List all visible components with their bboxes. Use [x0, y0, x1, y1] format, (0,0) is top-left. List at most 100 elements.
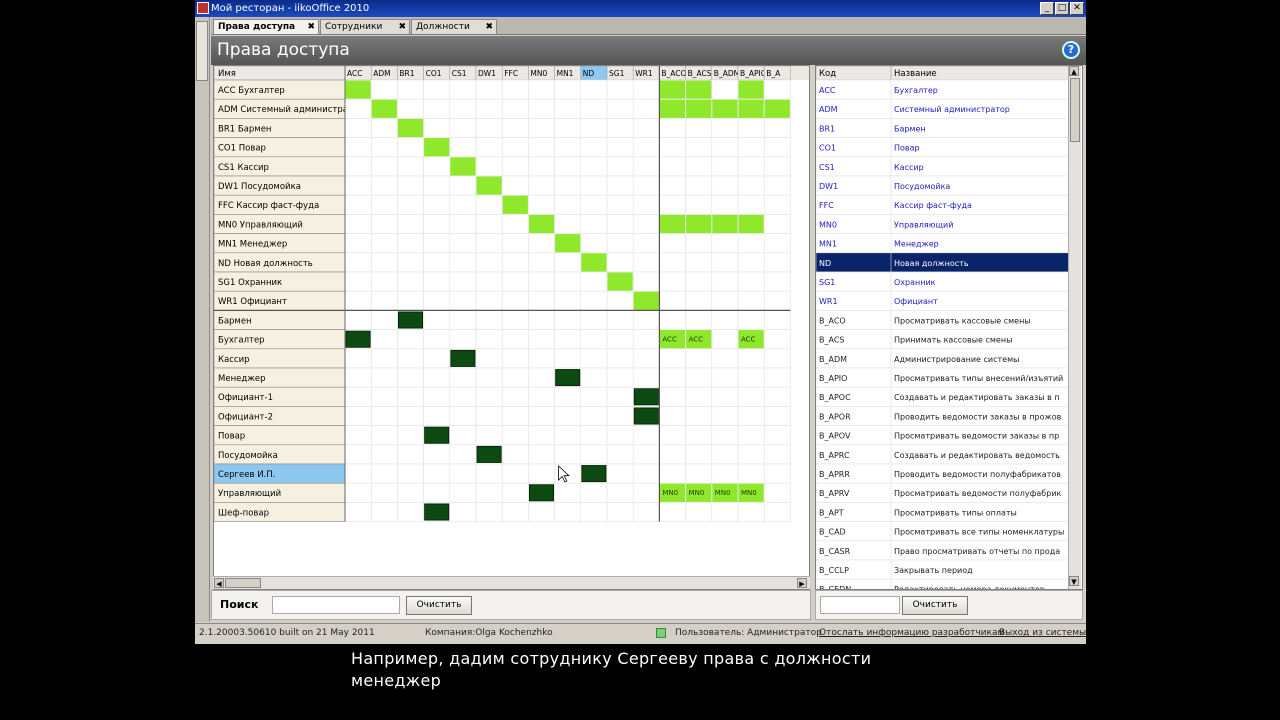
grid-cell-granted[interactable] — [686, 214, 712, 234]
grid-cell[interactable] — [632, 348, 660, 369]
grid-cell[interactable] — [397, 175, 424, 196]
grid-cell[interactable] — [475, 137, 503, 158]
grid-cell[interactable] — [449, 444, 477, 465]
grid-cell-assigned[interactable] — [345, 330, 371, 348]
grid-cell[interactable] — [423, 156, 451, 177]
grid-cell[interactable] — [763, 233, 791, 254]
grid-cell[interactable] — [528, 175, 555, 196]
grid-cell[interactable] — [580, 137, 608, 158]
grid-cell[interactable] — [685, 156, 713, 177]
grid-cell[interactable] — [606, 118, 634, 138]
grid-cell[interactable] — [397, 214, 424, 234]
grid-cell[interactable] — [397, 444, 424, 465]
grid-cell[interactable] — [606, 482, 634, 503]
grid-cell[interactable] — [475, 271, 503, 292]
grid-cell[interactable] — [711, 79, 739, 100]
grid-cell[interactable] — [763, 406, 791, 426]
grid-cell[interactable] — [501, 482, 529, 503]
grid-cell[interactable] — [344, 233, 372, 254]
grid-cell[interactable] — [449, 98, 477, 119]
grid-cell[interactable] — [685, 175, 713, 196]
grid-cell[interactable] — [580, 367, 608, 388]
grid-cell[interactable] — [528, 406, 555, 426]
grid-cell[interactable] — [423, 386, 451, 407]
grid-cell[interactable] — [449, 329, 477, 350]
close-tab-icon[interactable]: ✖ — [398, 20, 406, 34]
grid-cell[interactable] — [580, 502, 608, 522]
grid-cell[interactable] — [632, 233, 660, 254]
grid-cell[interactable] — [423, 271, 451, 292]
grid-cell[interactable] — [475, 463, 503, 484]
grid-cell[interactable] — [763, 156, 791, 177]
grid-cell[interactable] — [501, 502, 529, 522]
grid-cell[interactable] — [370, 310, 398, 330]
grid-cell[interactable] — [528, 194, 555, 215]
grid-cell[interactable] — [606, 444, 634, 465]
grid-cell[interactable] — [344, 137, 372, 158]
side-panel-tab[interactable] — [196, 21, 208, 81]
horizontal-scrollbar[interactable]: ◀ ▶ — [213, 576, 810, 589]
grid-cell[interactable] — [475, 310, 503, 330]
grid-cell[interactable] — [344, 310, 372, 330]
grid-cell[interactable] — [370, 329, 398, 350]
grid-cell[interactable] — [449, 367, 477, 388]
grid-cell[interactable] — [632, 310, 660, 330]
grid-cell[interactable] — [449, 386, 477, 407]
scroll-down-icon[interactable]: ▼ — [1069, 576, 1079, 586]
grid-cell[interactable] — [475, 214, 503, 234]
scroll-up-icon[interactable]: ▲ — [1069, 66, 1079, 76]
grid-cell[interactable] — [344, 444, 372, 465]
grid-cell[interactable] — [344, 386, 372, 407]
grid-cell[interactable] — [659, 233, 686, 254]
grid-cell[interactable] — [397, 329, 424, 350]
grid-cell[interactable] — [344, 406, 372, 426]
grid-cell[interactable] — [449, 252, 477, 273]
grid-cell[interactable] — [501, 98, 529, 119]
grid-cell[interactable] — [580, 290, 608, 311]
clear-search-button[interactable]: Очистить — [406, 596, 472, 615]
grid-cell[interactable] — [528, 367, 555, 388]
grid-cell[interactable] — [423, 79, 451, 100]
grid-cell[interactable] — [554, 406, 582, 426]
help-icon[interactable]: ? — [1062, 41, 1080, 59]
grid-cell[interactable] — [763, 290, 791, 311]
grid-cell[interactable] — [501, 271, 529, 292]
grid-cell[interactable] — [528, 444, 555, 465]
grid-cell[interactable] — [344, 271, 372, 292]
grid-cell[interactable] — [632, 271, 660, 292]
grid-cell[interactable] — [659, 194, 686, 215]
grid-cell[interactable] — [737, 348, 765, 369]
grid-cell[interactable] — [685, 194, 713, 215]
close-tab-icon[interactable]: ✖ — [307, 20, 315, 34]
grid-cell[interactable] — [606, 98, 634, 119]
grid-cell[interactable] — [580, 194, 608, 215]
grid-cell[interactable] — [397, 386, 424, 407]
grid-cell[interactable] — [763, 79, 791, 100]
grid-cell[interactable] — [449, 425, 477, 446]
grid-cell-granted[interactable] — [712, 99, 738, 118]
grid-cell[interactable] — [659, 290, 686, 311]
grid-cell[interactable] — [475, 329, 503, 350]
grid-cell[interactable] — [711, 463, 739, 484]
grid-cell[interactable] — [606, 290, 634, 311]
grid-cell[interactable] — [632, 482, 660, 503]
grid-cell[interactable] — [685, 406, 713, 426]
grid-cell[interactable] — [580, 98, 608, 119]
grid-cell-granted[interactable] — [764, 99, 790, 118]
grid-cell[interactable] — [501, 463, 529, 484]
grid-cell[interactable] — [685, 137, 713, 158]
grid-cell[interactable] — [554, 386, 582, 407]
grid-cell-granted[interactable] — [476, 176, 502, 195]
grid-cell[interactable] — [606, 137, 634, 158]
grid-cell[interactable] — [711, 310, 739, 330]
grid-cell[interactable] — [737, 502, 765, 522]
grid-cell[interactable] — [554, 329, 582, 350]
grid-cell[interactable] — [554, 252, 582, 273]
grid-cell[interactable] — [580, 482, 608, 503]
grid-cell-assigned[interactable] — [581, 465, 607, 483]
grid-cell-assigned[interactable] — [555, 369, 581, 387]
rights-list[interactable]: Код Название ACC Бухгалтер ADM Системный адми… — [816, 66, 1083, 590]
grid-cell-granted[interactable] — [581, 253, 607, 272]
grid-cell[interactable] — [423, 367, 451, 388]
grid-cell[interactable] — [659, 156, 686, 177]
